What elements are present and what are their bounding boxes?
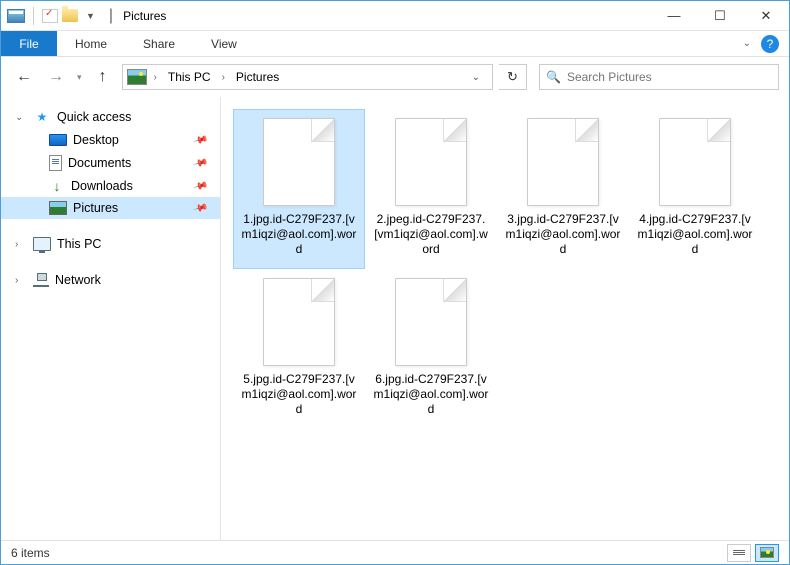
breadcrumb-this-pc[interactable]: This PC — [164, 68, 215, 86]
tree-this-pc: › This PC — [1, 233, 220, 255]
search-input[interactable] — [567, 70, 772, 84]
window-icon[interactable] — [7, 9, 25, 23]
file-tile[interactable]: 3.jpg.id-C279F237.[vm1iqzi@aol.com].word — [497, 109, 629, 269]
close-button[interactable]: ✕ — [743, 1, 789, 31]
chevron-right-icon[interactable]: › — [151, 72, 160, 83]
tree-network: › Network — [1, 269, 220, 291]
sidebar-item-desktop[interactable]: Desktop 📌 — [1, 129, 220, 151]
tree-quick-access: ⌄ Quick access Desktop 📌 Documents 📌 Dow… — [1, 105, 220, 219]
file-tile[interactable]: 2.jpeg.id-C279F237.[vm1iqzi@aol.com].wor… — [365, 109, 497, 269]
file-name: 1.jpg.id-C279F237.[vm1iqzi@aol.com].word — [238, 212, 360, 257]
help-icon[interactable]: ? — [761, 35, 779, 53]
window-title: Pictures — [123, 9, 166, 23]
new-folder-quick-icon[interactable] — [62, 9, 78, 22]
item-count: 6 items — [11, 546, 50, 560]
file-name: 6.jpg.id-C279F237.[vm1iqzi@aol.com].word — [370, 372, 492, 417]
caret-icon[interactable]: ⌄ — [15, 112, 23, 123]
location-icon — [127, 69, 147, 85]
maximize-button[interactable]: ☐ — [697, 1, 743, 31]
star-icon — [33, 109, 51, 125]
sidebar-network[interactable]: › Network — [1, 269, 220, 291]
tab-home[interactable]: Home — [57, 31, 125, 56]
title-bar: ▼ | Pictures — ☐ ✕ — [1, 1, 789, 31]
minimize-button[interactable]: — — [651, 1, 697, 31]
network-icon — [33, 273, 49, 287]
details-view-button[interactable] — [727, 544, 751, 562]
blank-file-icon — [263, 118, 335, 206]
details-view-icon — [733, 550, 745, 555]
search-icon: 🔍 — [546, 70, 561, 84]
body: ⌄ Quick access Desktop 📌 Documents 📌 Dow… — [1, 97, 789, 540]
blank-file-icon — [263, 278, 335, 366]
sidebar-item-label: Pictures — [73, 201, 118, 215]
expand-ribbon-icon[interactable]: ⌄ — [743, 38, 751, 49]
chevron-right-icon[interactable]: › — [219, 72, 228, 83]
file-tile[interactable]: 4.jpg.id-C279F237.[vm1iqzi@aol.com].word — [629, 109, 761, 269]
file-name: 3.jpg.id-C279F237.[vm1iqzi@aol.com].word — [502, 212, 624, 257]
blank-file-icon — [395, 278, 467, 366]
title-bar-left: ▼ | Pictures — [1, 7, 166, 25]
sidebar-label: Network — [55, 273, 101, 287]
forward-button[interactable]: → — [43, 64, 69, 90]
caret-icon[interactable]: › — [15, 239, 18, 250]
up-button[interactable]: ↑ — [90, 64, 116, 90]
refresh-button[interactable]: ↻ — [499, 64, 527, 90]
file-name: 5.jpg.id-C279F237.[vm1iqzi@aol.com].word — [238, 372, 360, 417]
ribbon-right: ⌄ ? — [743, 31, 789, 56]
tab-share[interactable]: Share — [125, 31, 193, 56]
sidebar-item-downloads[interactable]: Downloads 📌 — [1, 175, 220, 197]
file-tile[interactable]: 5.jpg.id-C279F237.[vm1iqzi@aol.com].word — [233, 269, 365, 429]
navigation-pane[interactable]: ⌄ Quick access Desktop 📌 Documents 📌 Dow… — [1, 97, 221, 540]
file-name: 2.jpeg.id-C279F237.[vm1iqzi@aol.com].wor… — [370, 212, 492, 257]
file-name: 4.jpg.id-C279F237.[vm1iqzi@aol.com].word — [634, 212, 756, 257]
blank-file-icon — [395, 118, 467, 206]
sidebar-item-pictures[interactable]: Pictures 📌 — [1, 197, 220, 219]
sidebar-quick-access[interactable]: ⌄ Quick access — [1, 105, 220, 129]
quick-access-dropdown-icon[interactable]: ▼ — [82, 11, 99, 21]
sidebar-this-pc[interactable]: › This PC — [1, 233, 220, 255]
address-bar[interactable]: › This PC › Pictures ⌄ — [122, 64, 493, 90]
sidebar-item-label: Documents — [68, 156, 131, 170]
pictures-icon — [49, 201, 67, 215]
sidebar-item-documents[interactable]: Documents 📌 — [1, 151, 220, 175]
pin-icon: 📌 — [192, 155, 208, 171]
file-tile[interactable]: 6.jpg.id-C279F237.[vm1iqzi@aol.com].word — [365, 269, 497, 429]
back-button[interactable]: ← — [11, 64, 37, 90]
file-tab[interactable]: File — [1, 31, 57, 56]
caret-icon[interactable]: › — [15, 275, 18, 286]
thumbnails-view-icon — [760, 547, 774, 558]
file-tile[interactable]: 1.jpg.id-C279F237.[vm1iqzi@aol.com].word — [233, 109, 365, 269]
desktop-icon — [49, 134, 67, 146]
this-pc-icon — [33, 237, 51, 251]
properties-quick-icon[interactable] — [42, 9, 58, 23]
search-box[interactable]: 🔍 — [539, 64, 779, 90]
sidebar-label: Quick access — [57, 110, 131, 124]
sidebar-label: This PC — [57, 237, 101, 251]
tab-view[interactable]: View — [193, 31, 255, 56]
breadcrumb-pictures[interactable]: Pictures — [232, 68, 283, 86]
address-dropdown-icon[interactable]: ⌄ — [464, 72, 488, 83]
file-list[interactable]: 1.jpg.id-C279F237.[vm1iqzi@aol.com].word… — [221, 97, 789, 540]
history-dropdown-icon[interactable]: ▾ — [75, 72, 84, 83]
window-controls: — ☐ ✕ — [651, 1, 789, 31]
documents-icon — [49, 155, 62, 171]
navigation-bar: ← → ▾ ↑ › This PC › Pictures ⌄ ↻ 🔍 — [1, 57, 789, 97]
blank-file-icon — [527, 118, 599, 206]
pin-icon: 📌 — [192, 178, 208, 194]
downloads-icon — [49, 179, 65, 193]
status-right — [727, 544, 779, 562]
ribbon-tabs: File Home Share View ⌄ ? — [1, 31, 789, 57]
sidebar-item-label: Desktop — [73, 133, 119, 147]
large-icons-view-button[interactable] — [755, 544, 779, 562]
divider — [33, 7, 34, 25]
blank-file-icon — [659, 118, 731, 206]
title-separator: | — [109, 7, 113, 25]
sidebar-item-label: Downloads — [71, 179, 133, 193]
status-bar: 6 items — [1, 540, 789, 564]
pin-icon: 📌 — [192, 200, 208, 216]
pin-icon: 📌 — [192, 132, 208, 148]
